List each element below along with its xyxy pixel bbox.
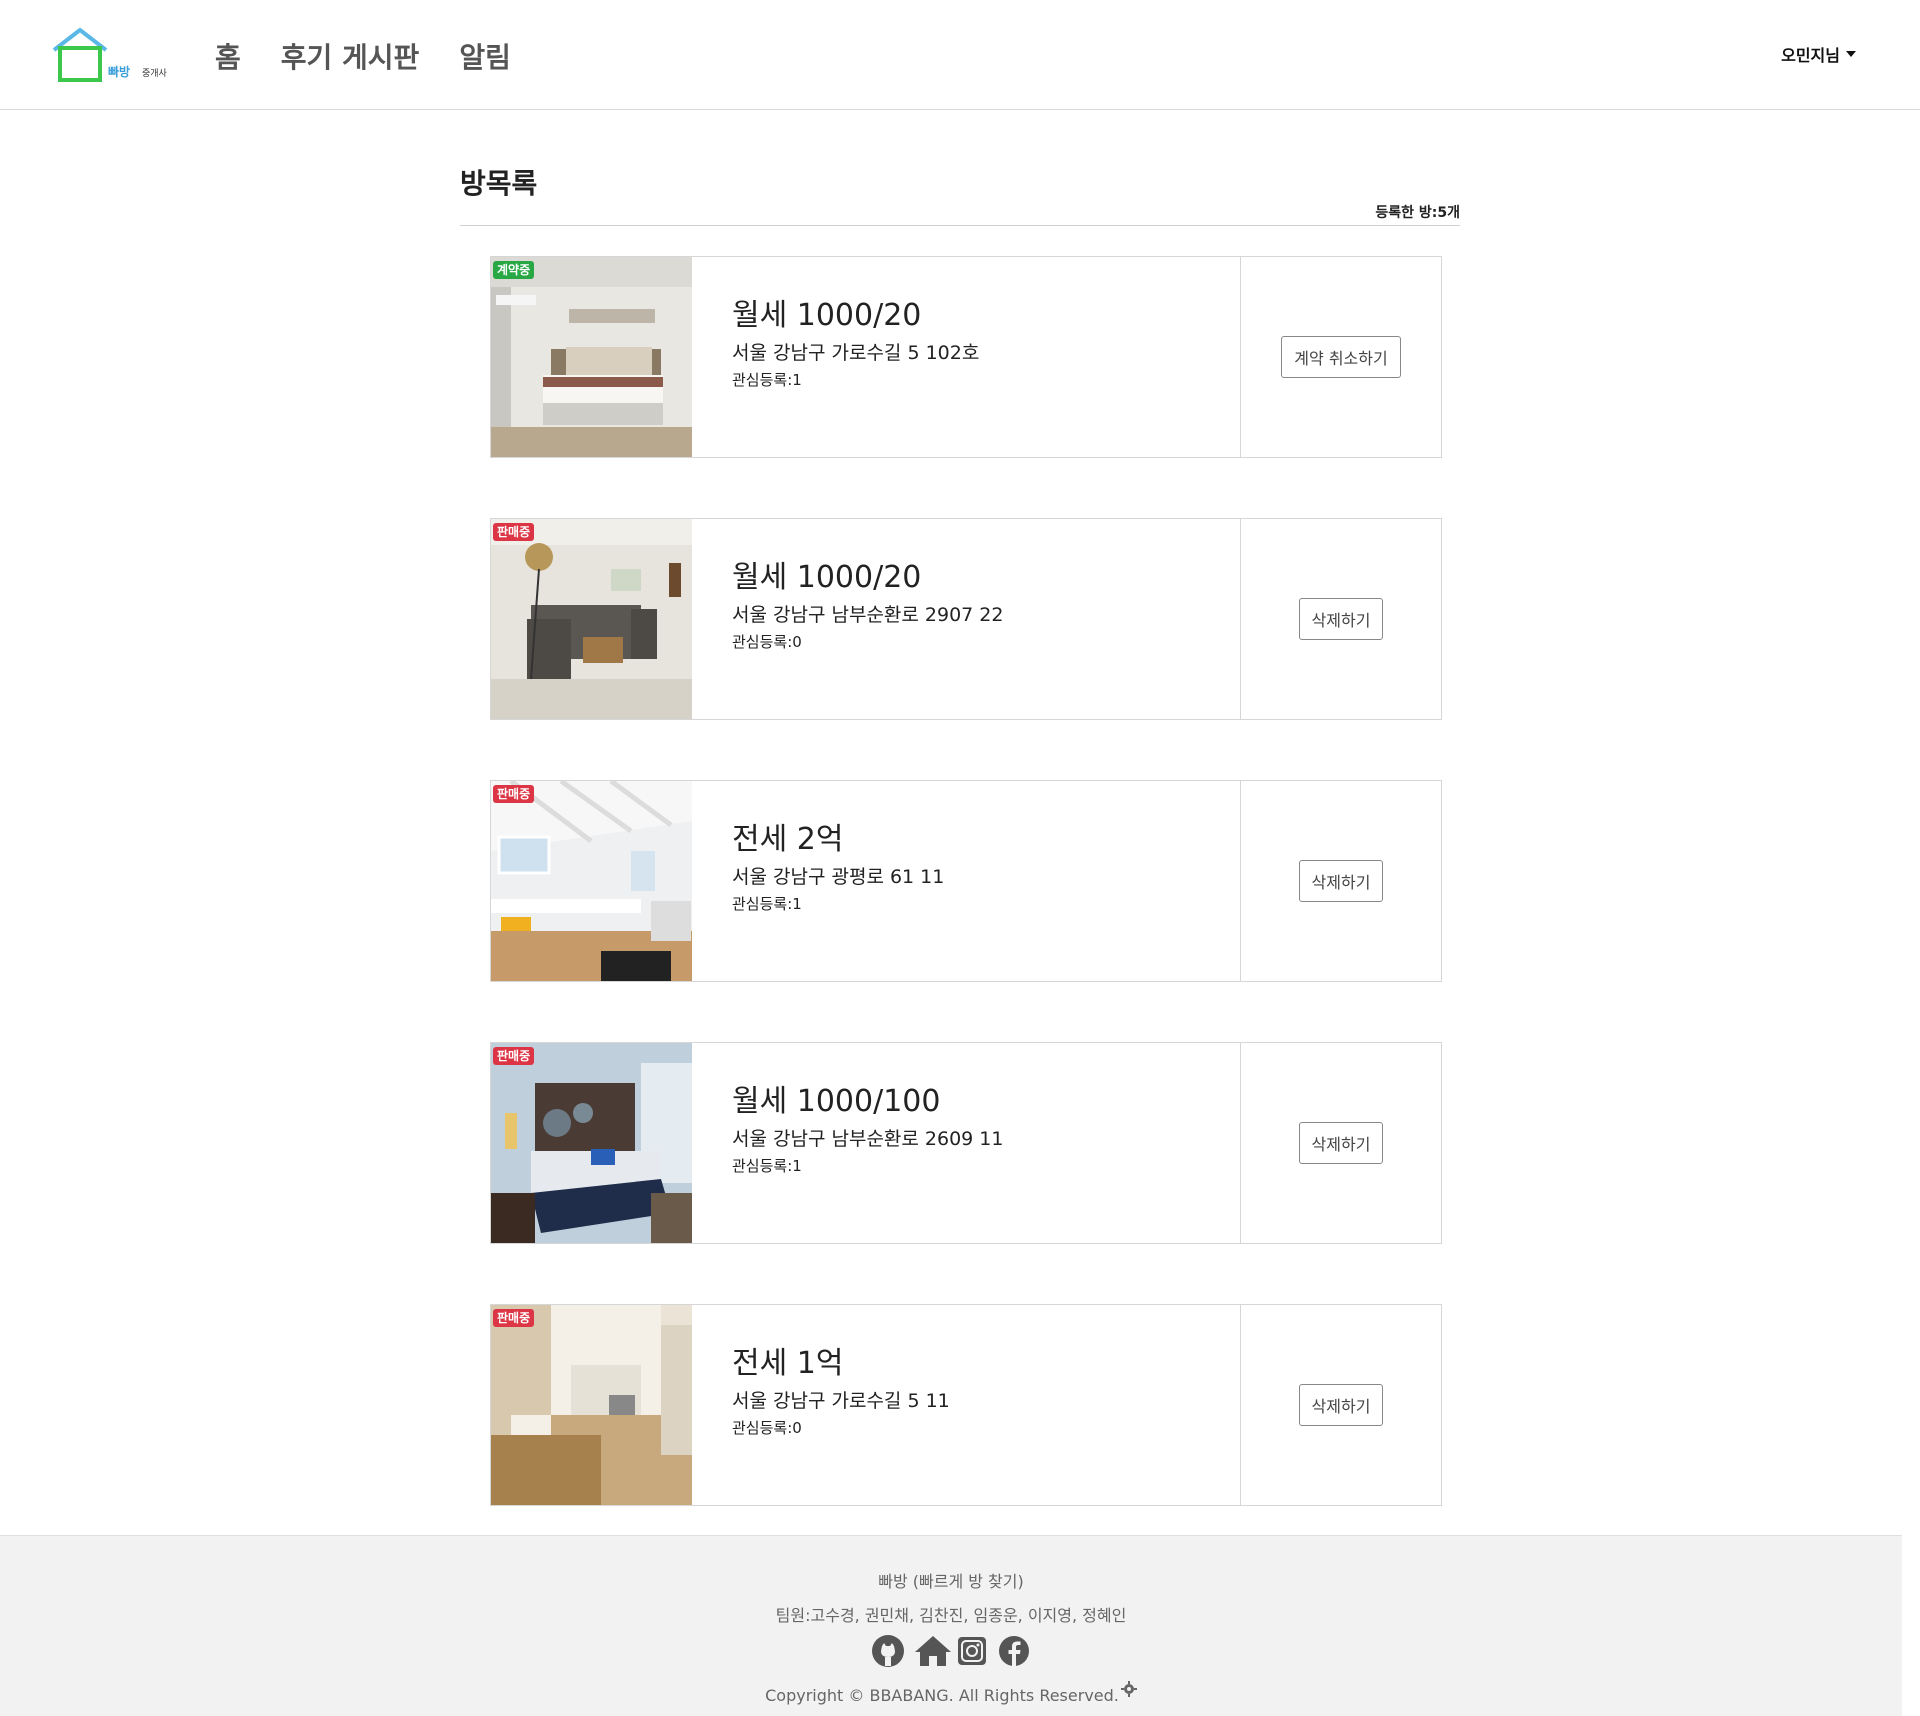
nav-review-board[interactable]: 후기 게시판	[281, 36, 420, 76]
room-likes: 관심등록:0	[732, 1418, 802, 1437]
github-icon[interactable]	[871, 1634, 905, 1668]
room-card[interactable]: 계약중 월세 1000/20 서울 강남구 가로수길 5 102호 관심등록:1…	[490, 256, 1442, 458]
delete-room-button[interactable]: 삭제하기	[1298, 598, 1384, 640]
status-badge: 판매중	[493, 785, 535, 803]
room-action-cell: 삭제하기	[1241, 1305, 1441, 1505]
room-photo-hotel-bedroom[interactable]: 판매중	[491, 1043, 692, 1243]
room-price: 전세 2억	[732, 822, 844, 857]
room-price: 월세 1000/20	[732, 560, 922, 595]
caret-down-icon	[1846, 51, 1856, 57]
status-badge: 판매중	[493, 523, 535, 541]
room-card[interactable]: 판매중 전세 1억 서울 강남구 가로수길 5 11 관심등록:0 삭제하기	[490, 1304, 1442, 1506]
room-likes: 관심등록:1	[732, 1156, 802, 1175]
main-nav: 홈 후기 게시판 알림	[215, 36, 511, 76]
gear-icon[interactable]	[1120, 1681, 1137, 1697]
room-price: 월세 1000/20	[732, 298, 922, 333]
footer-site-name: 빠방 (빠르게 방 찾기)	[878, 1572, 1024, 1591]
footer-social-links	[0, 1634, 1902, 1668]
room-info: 월세 1000/20 서울 강남구 가로수길 5 102호 관심등록:1	[692, 257, 1241, 457]
room-address: 서울 강남구 남부순환로 2609 11	[732, 1127, 1004, 1150]
room-address: 서울 강남구 광평로 61 11	[732, 865, 945, 888]
room-info: 전세 2억 서울 강남구 광평로 61 11 관심등록:1	[692, 781, 1241, 981]
room-photo-kitchen[interactable]: 판매중	[491, 1305, 692, 1505]
status-badge: 판매중	[493, 1047, 535, 1065]
user-name: 오민지님	[1781, 46, 1840, 65]
status-badge: 판매중	[493, 1309, 535, 1327]
cancel-contract-button[interactable]: 계약 취소하기	[1281, 336, 1401, 378]
footer-team-members: 팀원:고수경, 권민채, 김찬진, 임종운, 이지영, 정혜인	[775, 1606, 1127, 1625]
instagram-icon[interactable]	[955, 1634, 989, 1668]
room-address: 서울 강남구 가로수길 5 11	[732, 1389, 950, 1412]
room-price: 월세 1000/100	[732, 1084, 941, 1119]
room-photo-bedroom[interactable]: 계약중	[491, 257, 692, 457]
room-info: 월세 1000/100 서울 강남구 남부순환로 2609 11 관심등록:1	[692, 1043, 1241, 1243]
room-action-cell: 삭제하기	[1241, 1043, 1441, 1243]
room-card[interactable]: 판매중 월세 1000/20 서울 강남구 남부순환로 2907 22 관심등록…	[490, 518, 1442, 720]
delete-room-button[interactable]: 삭제하기	[1298, 1384, 1384, 1426]
room-info: 전세 1억 서울 강남구 가로수길 5 11 관심등록:0	[692, 1305, 1241, 1505]
copyright-text: Copyright © BBABANG. All Rights Reserved…	[765, 1686, 1119, 1705]
room-action-cell: 삭제하기	[1241, 781, 1441, 981]
svg-text:중개사: 중개사	[142, 68, 168, 79]
title-divider: 등록한 방:5개	[460, 202, 1460, 226]
room-card[interactable]: 판매중 월세 1000/100 서울 강남구 남부순환로 2609 11 관심등…	[490, 1042, 1442, 1244]
page-title: 방목록	[460, 167, 538, 200]
footer-copyright: Copyright © BBABANG. All Rights Reserved…	[0, 1681, 1902, 1705]
room-likes: 관심등록:1	[732, 370, 802, 389]
user-menu-dropdown[interactable]: 오민지님	[1781, 42, 1856, 66]
room-photo-living-room[interactable]: 판매중	[491, 519, 692, 719]
room-action-cell: 계약 취소하기	[1241, 257, 1441, 457]
room-address: 서울 강남구 가로수길 5 102호	[732, 341, 980, 364]
room-photo-attic[interactable]: 판매중	[491, 781, 692, 981]
facebook-icon[interactable]	[997, 1634, 1031, 1668]
nav-home[interactable]: 홈	[215, 36, 241, 76]
status-badge: 계약중	[493, 261, 535, 279]
site-footer: 빠방 (빠르게 방 찾기) 팀원:고수경, 권민채, 김찬진, 임종운, 이지영…	[0, 1535, 1902, 1716]
home-icon[interactable]	[913, 1634, 951, 1668]
room-price: 전세 1억	[732, 1346, 844, 1381]
room-likes: 관심등록:1	[732, 894, 802, 913]
top-navbar: 빠방 중개사 홈 후기 게시판 알림 오민지님	[0, 0, 1920, 110]
room-action-cell: 삭제하기	[1241, 519, 1441, 719]
room-address: 서울 강남구 남부순환로 2907 22	[732, 603, 1004, 626]
room-likes: 관심등록:0	[732, 632, 802, 651]
room-card[interactable]: 판매중 전세 2억 서울 강남구 광평로 61 11 관심등록:1 삭제하기	[490, 780, 1442, 982]
room-count: 등록한 방:5개	[1375, 205, 1460, 221]
delete-room-button[interactable]: 삭제하기	[1298, 860, 1384, 902]
site-logo[interactable]: 빠방 중개사	[50, 28, 180, 84]
nav-notifications[interactable]: 알림	[459, 36, 511, 76]
svg-text:빠방: 빠방	[108, 64, 130, 79]
room-info: 월세 1000/20 서울 강남구 남부순환로 2907 22 관심등록:0	[692, 519, 1241, 719]
delete-room-button[interactable]: 삭제하기	[1298, 1122, 1384, 1164]
room-list: 계약중 월세 1000/20 서울 강남구 가로수길 5 102호 관심등록:1…	[490, 256, 1442, 1566]
